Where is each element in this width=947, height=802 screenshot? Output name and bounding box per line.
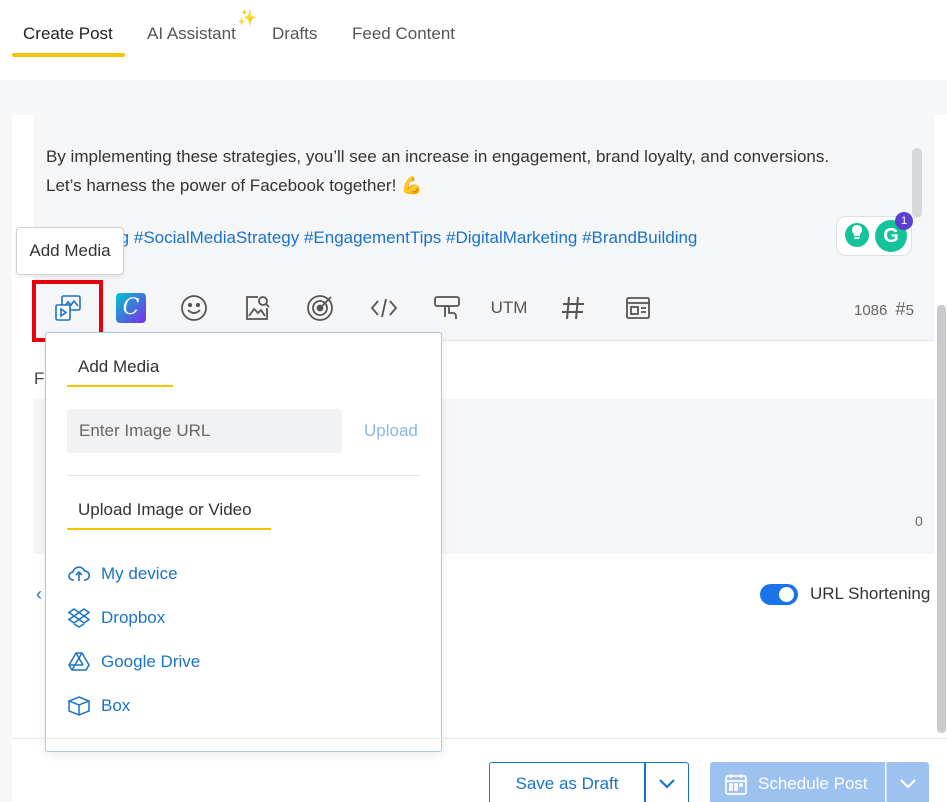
post-text[interactable]: By implementing these strategies, you’ll…: [46, 142, 906, 200]
utm-button[interactable]: UTM: [488, 290, 530, 326]
panel-heading-upload: Upload Image or Video: [78, 500, 252, 519]
add-media-tooltip: Add Media: [16, 227, 124, 275]
second-field-count: 0: [915, 513, 923, 529]
schedule-post-button[interactable]: Schedule Post: [710, 762, 885, 802]
tab-ai-assistant[interactable]: AI Assistant: [147, 24, 236, 44]
chevron-left-icon[interactable]: ‹: [36, 584, 42, 605]
calendar-icon: [725, 774, 747, 795]
heading-underline: [67, 385, 173, 387]
canva-icon[interactable]: C: [113, 290, 149, 326]
heading-underline: [67, 528, 271, 530]
emoji-icon[interactable]: [176, 290, 212, 326]
page-scrollbar[interactable]: [937, 305, 946, 733]
chevron-down-icon: [900, 779, 916, 789]
google-drive-icon: [67, 651, 91, 673]
post-hashtags[interactable]: kMarketing #SocialMediaStrategy #Engagem…: [46, 228, 697, 248]
canva-logo: C: [116, 293, 146, 323]
add-media-panel: [45, 332, 442, 752]
image-search-icon[interactable]: [239, 290, 275, 326]
post-text-line: Let’s harness the power of Facebook toge…: [46, 176, 423, 195]
footer-divider: [12, 738, 947, 739]
char-count: 1086: [854, 302, 888, 319]
source-google-drive[interactable]: Google Drive: [67, 651, 200, 673]
hashtag-count-icon: #: [895, 299, 906, 319]
hashtag-count: 5: [905, 302, 914, 319]
cloud-upload-icon: [67, 563, 91, 585]
target-icon[interactable]: [302, 290, 338, 326]
save-options-dropdown[interactable]: [645, 762, 689, 802]
source-label: Google Drive: [101, 652, 201, 671]
upload-button[interactable]: Upload: [364, 421, 418, 441]
tab-feed-content[interactable]: Feed Content: [352, 24, 455, 44]
lightbulb-icon[interactable]: [845, 223, 869, 247]
grammarly-count-badge: 1: [895, 212, 913, 230]
active-tab-indicator: [12, 53, 125, 57]
source-box[interactable]: Box: [67, 695, 130, 717]
toggle-knob: [779, 587, 794, 602]
cta-icon[interactable]: [429, 290, 465, 326]
source-label: My device: [101, 564, 178, 583]
panel-divider: [67, 475, 420, 476]
editor-scrollbar[interactable]: [912, 148, 922, 218]
tab-create-post[interactable]: Create Post: [23, 24, 113, 44]
box-icon: [67, 695, 91, 717]
schedule-post-label: Schedule Post: [758, 774, 868, 793]
source-dropbox[interactable]: Dropbox: [67, 607, 165, 629]
save-as-draft-button[interactable]: Save as Draft: [489, 762, 645, 802]
source-label: Box: [101, 696, 131, 715]
source-my-device[interactable]: My device: [67, 563, 178, 585]
chevron-down-icon: [659, 779, 675, 789]
character-counter: 1086 #5: [854, 299, 914, 320]
sparkle-icon: ✨: [237, 10, 257, 27]
url-shortening-label: URL Shortening: [810, 584, 931, 603]
hashtag-icon[interactable]: [555, 290, 591, 326]
source-label: Dropbox: [101, 608, 166, 627]
dropbox-icon: [67, 607, 91, 629]
preview-icon[interactable]: [620, 290, 656, 326]
schedule-options-dropdown[interactable]: [886, 762, 929, 802]
tab-drafts[interactable]: Drafts: [272, 24, 317, 44]
tab-bar: Create Post AI Assistant ✨ Drafts Feed C…: [0, 0, 947, 80]
image-url-input[interactable]: [67, 409, 342, 453]
code-icon[interactable]: [366, 290, 402, 326]
panel-heading-add-media: Add Media: [78, 357, 160, 376]
post-text-line: By implementing these strategies, you’ll…: [46, 147, 830, 166]
